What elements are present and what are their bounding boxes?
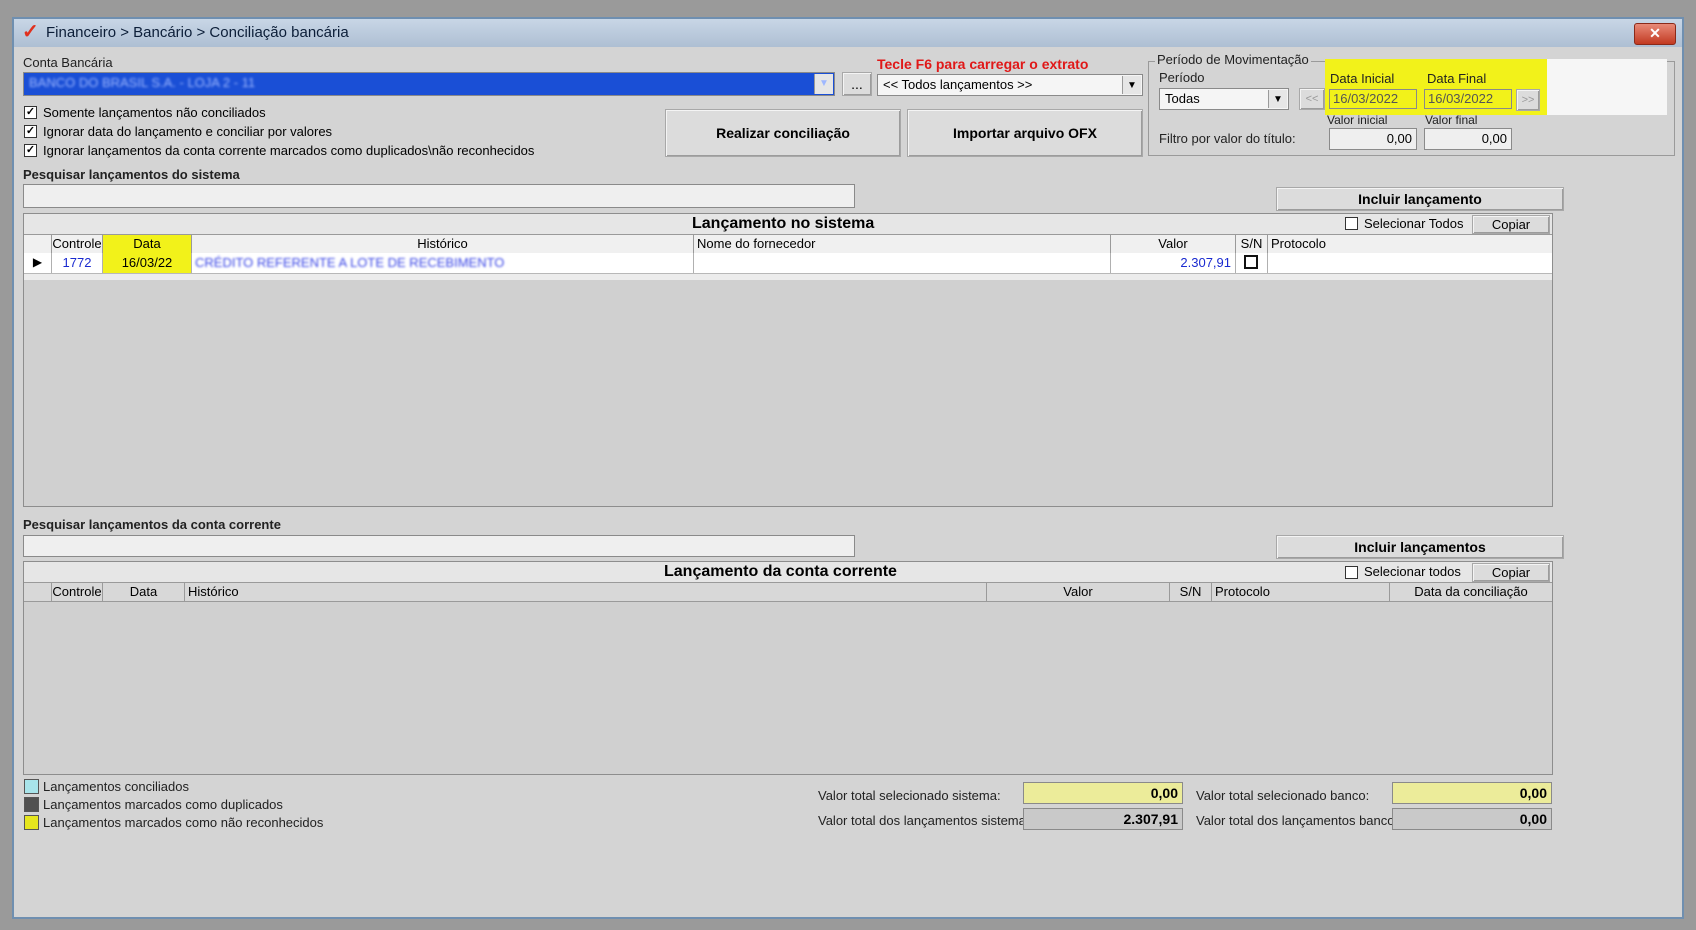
conta-corrente-select-all-label: Selecionar todos	[1364, 564, 1461, 579]
data-final-input[interactable]: 16/03/2022	[1424, 89, 1512, 109]
legend-conciliados-label: Lançamentos conciliados	[43, 779, 189, 794]
option-nao-conciliados-checkbox[interactable]: ✓	[24, 106, 37, 119]
total-selecionado-sistema-value: 0,00	[1023, 782, 1183, 804]
sistema-select-all-checkbox[interactable]	[1345, 217, 1358, 230]
col-protocolo[interactable]: Protocolo	[1268, 235, 1552, 253]
close-button[interactable]: ✕	[1634, 23, 1676, 45]
option-ignorar-duplicados-checkbox[interactable]: ✓	[24, 144, 37, 157]
conciliacao-window: ✓ Financeiro > Bancário > Conciliação ba…	[12, 17, 1684, 919]
conta-corrente-grid-title: Lançamento da conta corrente	[664, 563, 897, 580]
legend-duplicados-label: Lançamentos marcados como duplicados	[43, 797, 283, 812]
valor-final-label: Valor final	[1425, 113, 1478, 127]
periodo-next-button[interactable]: >>	[1516, 89, 1540, 111]
row-valor: 2.307,91	[1111, 253, 1236, 273]
row-sn	[1236, 253, 1268, 273]
extrato-select[interactable]: << Todos lançamentos >> ▼	[877, 74, 1143, 96]
col-controle[interactable]: Controle	[52, 235, 103, 253]
conta-value: BANCO DO BRASIL S.A. - LOJA 2 - 11	[29, 75, 256, 90]
sistema-search-label: Pesquisar lançamentos do sistema	[23, 167, 240, 182]
conta-corrente-search-label: Pesquisar lançamentos da conta corrente	[23, 517, 281, 532]
valor-inicial-label: Valor inicial	[1327, 113, 1388, 127]
total-selecionado-banco-label: Valor total selecionado banco:	[1196, 788, 1370, 803]
periodo-value: Todas	[1165, 91, 1200, 106]
row-indicator-header	[24, 583, 52, 601]
col-data-conciliacao[interactable]: Data da conciliação	[1390, 583, 1552, 601]
col-historico[interactable]: Histórico	[185, 583, 987, 601]
valor-final-input[interactable]: 0,00	[1424, 128, 1512, 150]
legend-nao-reconhecidos-label: Lançamentos marcados como não reconhecid…	[43, 815, 324, 830]
valor-inicial-input[interactable]: 0,00	[1329, 128, 1417, 150]
conta-corrente-search-input[interactable]	[23, 535, 855, 557]
conta-corrente-select-all-checkbox[interactable]	[1345, 566, 1358, 579]
row-data: 16/03/22	[103, 253, 192, 273]
data-inicial-input[interactable]: 16/03/2022	[1329, 89, 1417, 109]
realizar-conciliacao-button[interactable]: Realizar conciliação	[665, 109, 901, 157]
periodo-label: Período	[1159, 70, 1205, 85]
importar-ofx-button[interactable]: Importar arquivo OFX	[907, 109, 1143, 157]
col-sn[interactable]: S/N	[1170, 583, 1212, 601]
chevron-down-icon[interactable]: ▼	[1268, 90, 1287, 108]
chevron-down-icon[interactable]: ▼	[1122, 76, 1141, 94]
sistema-grid: Lançamento no sistema Selecionar Todos C…	[23, 213, 1553, 507]
legend-conciliados-swatch	[24, 779, 39, 794]
window-title: Financeiro > Bancário > Conciliação banc…	[46, 24, 349, 41]
extrato-value: << Todos lançamentos >>	[883, 77, 1033, 92]
row-historico: CRÉDITO REFERENTE A LOTE DE RECEBIMENTO	[192, 253, 694, 273]
conta-lookup-button[interactable]: ...	[842, 72, 872, 96]
col-controle[interactable]: Controle	[52, 583, 103, 601]
data-final-label: Data Final	[1427, 71, 1487, 86]
sistema-copy-button[interactable]: Copiar	[1472, 215, 1550, 234]
title-bar: ✓ Financeiro > Bancário > Conciliação ba…	[14, 19, 1682, 47]
sistema-search-input[interactable]	[23, 184, 855, 208]
periodo-group-label: Período de Movimentação	[1155, 52, 1311, 67]
option-ignorar-data-label: Ignorar data do lançamento e conciliar p…	[43, 124, 333, 139]
sistema-grid-spacer	[24, 274, 1552, 280]
col-protocolo[interactable]: Protocolo	[1212, 583, 1390, 601]
row-historico-text: CRÉDITO REFERENTE A LOTE DE RECEBIMENTO	[195, 255, 505, 270]
col-valor[interactable]: Valor	[1111, 235, 1236, 253]
total-lancamentos-banco-value: 0,00	[1392, 808, 1552, 830]
row-protocolo	[1268, 253, 1552, 273]
incluir-lancamento-button[interactable]: Incluir lançamento	[1276, 187, 1564, 211]
table-row[interactable]: ▶ 1772 16/03/22 CRÉDITO REFERENTE A LOTE…	[24, 253, 1552, 274]
row-controle: 1772	[52, 253, 103, 273]
filtro-valor-label: Filtro por valor do título:	[1159, 131, 1296, 146]
app-check-icon: ✓	[22, 21, 39, 43]
data-inicial-label: Data Inicial	[1330, 71, 1395, 86]
extrato-hint: Tecle F6 para carregar o extrato	[877, 56, 1089, 72]
periodo-prev-button[interactable]: <<	[1299, 88, 1325, 110]
total-lancamentos-sistema-label: Valor total dos lançamentos sistema:	[818, 813, 1030, 828]
total-selecionado-banco-value: 0,00	[1392, 782, 1552, 804]
col-nome-fornecedor[interactable]: Nome do fornecedor	[694, 235, 1111, 253]
col-data[interactable]: Data	[103, 583, 185, 601]
total-lancamentos-banco-label: Valor total dos lançamentos banco:	[1196, 813, 1399, 828]
data-highlight-edge	[1547, 59, 1667, 115]
option-ignorar-data-checkbox[interactable]: ✓	[24, 125, 37, 138]
option-ignorar-duplicados-label: Ignorar lançamentos da conta corrente ma…	[43, 143, 535, 158]
conta-label: Conta Bancária	[23, 55, 113, 70]
sistema-select-all-label: Selecionar Todos	[1364, 216, 1464, 231]
col-valor[interactable]: Valor	[987, 583, 1170, 601]
row-indicator-header	[24, 235, 52, 253]
col-data[interactable]: Data	[103, 235, 192, 253]
total-lancamentos-sistema-value: 2.307,91	[1023, 808, 1183, 830]
conta-select[interactable]: BANCO DO BRASIL S.A. - LOJA 2 - 11 ▼	[23, 72, 835, 96]
row-pointer-icon: ▶	[24, 253, 52, 273]
sistema-columns: Controle Data Histórico Nome do forneced…	[24, 235, 1552, 254]
conta-corrente-grid: Lançamento da conta corrente Selecionar …	[23, 561, 1553, 775]
chevron-down-icon[interactable]: ▼	[814, 74, 833, 94]
total-selecionado-sistema-label: Valor total selecionado sistema:	[818, 788, 1001, 803]
conta-corrente-columns: Controle Data Histórico Valor S/N Protoc…	[24, 583, 1552, 602]
row-sn-checkbox[interactable]	[1244, 255, 1258, 269]
legend-nao-reconhecidos-swatch	[24, 815, 39, 830]
sistema-grid-title: Lançamento no sistema	[692, 215, 875, 232]
row-fornecedor	[694, 253, 1111, 273]
periodo-select[interactable]: Todas ▼	[1159, 88, 1289, 110]
option-nao-conciliados-label: Somente lançamentos não conciliados	[43, 105, 266, 120]
incluir-lancamentos-button[interactable]: Incluir lançamentos	[1276, 535, 1564, 559]
legend-duplicados-swatch	[24, 797, 39, 812]
col-historico[interactable]: Histórico	[192, 235, 694, 253]
col-sn[interactable]: S/N	[1236, 235, 1268, 253]
conta-corrente-copy-button[interactable]: Copiar	[1472, 563, 1550, 582]
